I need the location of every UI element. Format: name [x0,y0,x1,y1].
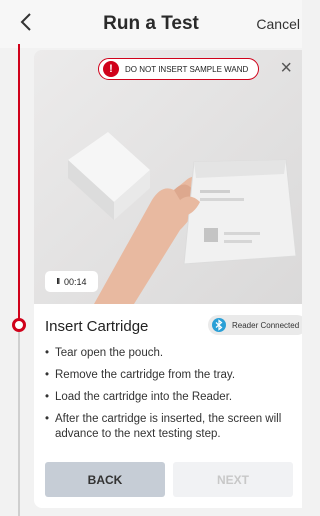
current-step-marker [12,318,26,332]
next-button[interactable]: NEXT [173,462,293,497]
instruction-list: Tear open the pouch. Remove the cartridg… [45,346,295,449]
video-frame-illustration [34,50,302,304]
back-button[interactable]: BACK [45,462,165,497]
pause-icon: II [56,277,61,286]
app-header: Run a Test Cancel [0,0,302,48]
reader-status-text: Reader Connected [232,320,300,330]
step-title: Insert Cartridge [45,318,149,335]
reader-status-badge: Reader Connected [208,315,302,335]
close-icon[interactable]: × [280,58,292,78]
bluetooth-icon [212,318,226,332]
list-item: Remove the cartridge from the tray. [45,368,295,383]
step-card: ! DO NOT INSERT SAMPLE WAND × II 00:14 I… [34,50,302,508]
video-timer-control[interactable]: II 00:14 [45,271,98,292]
progress-timeline-active [18,44,20,326]
timer-value: 00:14 [63,276,87,287]
warning-banner: ! DO NOT INSERT SAMPLE WAND [98,58,260,80]
list-item: Tear open the pouch. [45,346,295,361]
warning-text: DO NOT INSERT SAMPLE WAND [125,64,249,74]
list-item: After the cartridge is inserted, the scr… [45,412,295,442]
cancel-button[interactable]: Cancel [256,16,300,32]
list-item: Load the cartridge into the Reader. [45,390,295,405]
alert-icon: ! [103,61,119,77]
progress-timeline-pending [18,332,20,516]
instruction-video[interactable]: ! DO NOT INSERT SAMPLE WAND × II 00:14 [34,50,302,304]
